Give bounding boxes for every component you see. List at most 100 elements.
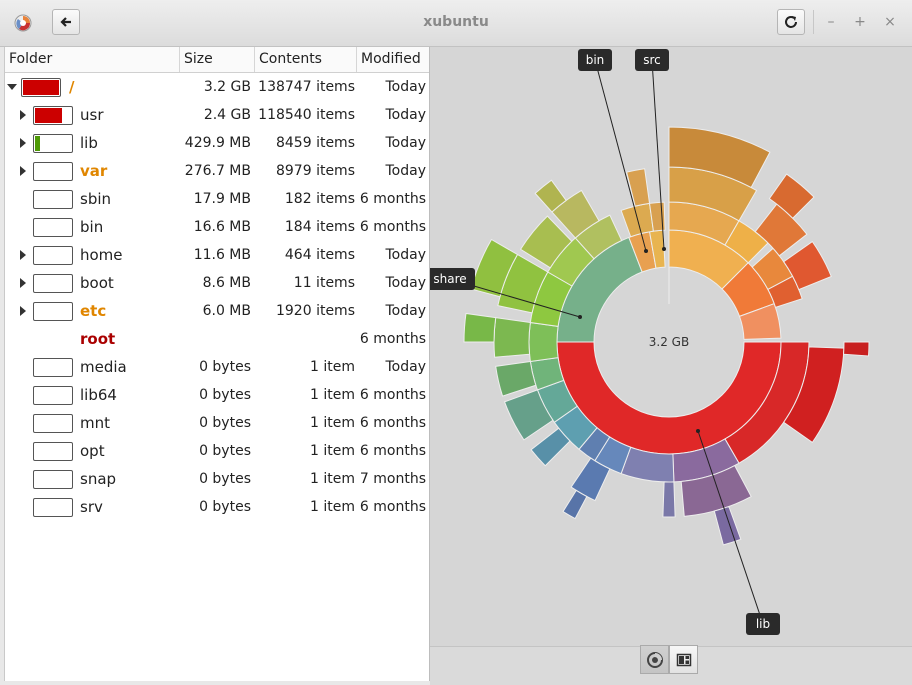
callout-src-anchor [662,247,666,251]
folder-name: bin [80,218,104,236]
table-row[interactable]: lib 429.9 MB 8459 items Today [5,129,429,157]
refresh-button[interactable] [777,9,805,35]
ring-segment[interactable] [562,489,588,520]
table-row[interactable]: media 0 bytes 1 item Today [5,353,429,381]
folder-contents: 1 item [310,415,355,431]
usage-bar [33,498,73,517]
ring-chart[interactable]: 3.2 GB bin src share lib [425,47,912,646]
ring-segment[interactable] [713,505,742,546]
folder-contents: 1 item [310,471,355,487]
expander-open-icon[interactable] [7,84,17,90]
folder-name: root [80,330,116,348]
table-row[interactable]: home 11.6 MB 464 items Today [5,241,429,269]
ring-chart-pane[interactable]: 3.2 GB bin src share lib [425,47,912,646]
ring-segment[interactable] [493,317,531,358]
ring-view-button[interactable] [640,645,669,674]
usage-bar [33,106,73,125]
folder-size: 0 bytes [199,387,251,403]
folder-name: boot [80,274,114,292]
folder-modified: Today [385,135,427,151]
folder-modified: 6 months [359,443,426,459]
table-row[interactable]: boot 8.6 MB 11 items Today [5,269,429,297]
folder-contents: 11 items [293,275,355,291]
expander-closed-icon[interactable] [20,166,26,176]
folder-size: 3.2 GB [203,79,251,95]
ring-segment[interactable] [463,312,497,343]
titlebar-separator [813,10,814,34]
ring-segment[interactable] [626,168,651,207]
folder-modified: 6 months [359,415,426,431]
folder-size: 0 bytes [199,415,251,431]
folder-contents: 1 item [310,499,355,515]
folder-modified: Today [385,359,427,375]
folder-tree[interactable]: Folder Size Contents Modified / 3.2 GB 1… [4,47,430,681]
callout-share-anchor [578,315,582,319]
table-row[interactable]: mnt 0 bytes 1 item 6 months [5,409,429,437]
usage-bar [33,274,73,293]
callout-bin-anchor [644,249,648,253]
expander-closed-icon[interactable] [20,138,26,148]
column-size[interactable]: Size [180,47,255,72]
folder-size: 6.0 MB [202,303,251,319]
usage-bar [33,246,73,265]
column-folder[interactable]: Folder [5,47,180,72]
folder-name: / [69,78,75,96]
folder-name: srv [80,498,103,516]
usage-bar [33,218,73,237]
column-modified[interactable]: Modified [357,47,429,72]
table-row[interactable]: sbin 17.9 MB 182 items 6 months [5,185,429,213]
table-row[interactable]: etc 6.0 MB 1920 items Today [5,297,429,325]
treemap-icon [676,653,691,666]
folder-size: 8.6 MB [202,275,251,291]
table-row[interactable]: opt 0 bytes 1 item 6 months [5,437,429,465]
folder-modified: 6 months [359,219,426,235]
usage-bar [33,442,73,461]
usage-bar [33,134,73,153]
folder-name: mnt [80,414,110,432]
table-row[interactable]: / 3.2 GB 138747 items Today [5,73,429,101]
expander-closed-icon[interactable] [20,278,26,288]
ring-chart-icon [646,651,663,668]
usage-bar [33,358,73,377]
folder-modified: Today [385,79,427,95]
folder-name: lib [80,134,98,152]
folder-size: 0 bytes [199,499,251,515]
column-contents[interactable]: Contents [255,47,357,72]
ring-segment[interactable] [662,481,676,518]
table-row[interactable]: srv 0 bytes 1 item 6 months [5,493,429,521]
folder-name: usr [80,106,104,124]
table-row[interactable]: snap 0 bytes 1 item 7 months [5,465,429,493]
folder-contents: 8979 items [275,163,355,179]
expander-closed-icon[interactable] [20,250,26,260]
minimize-icon: – [827,14,835,30]
table-row[interactable]: bin 16.6 MB 184 items 6 months [5,213,429,241]
close-icon: × [884,14,896,30]
table-row[interactable]: root 6 months [5,325,429,353]
ring-segment[interactable] [495,360,537,397]
folder-contents: 118540 items [258,107,355,123]
expander-closed-icon[interactable] [20,306,26,316]
table-row[interactable]: lib64 0 bytes 1 item 6 months [5,381,429,409]
table-row[interactable]: var 276.7 MB 8979 items Today [5,157,429,185]
refresh-icon [785,16,797,28]
folder-contents: 1 item [310,359,355,375]
folder-contents: 1920 items [275,303,355,319]
treemap-view-button[interactable] [669,645,698,674]
folder-size: 276.7 MB [184,163,251,179]
folder-contents: 182 items [284,191,355,207]
folder-modified: Today [385,275,427,291]
ring-segment[interactable] [528,321,559,363]
usage-bar [33,190,73,209]
minimize-button[interactable]: – [822,13,840,31]
table-row[interactable]: usr 2.4 GB 118540 items Today [5,101,429,129]
expander-closed-icon[interactable] [20,110,26,120]
maximize-button[interactable]: + [851,13,869,31]
folder-modified: 6 months [359,331,426,347]
close-button[interactable]: × [881,13,899,31]
folder-name: sbin [80,190,112,208]
folder-size: 16.6 MB [193,219,251,235]
usage-bar [33,470,73,489]
window-title: xubuntu [423,14,489,30]
ring-segment[interactable] [843,341,870,357]
folder-name: etc [80,302,107,320]
